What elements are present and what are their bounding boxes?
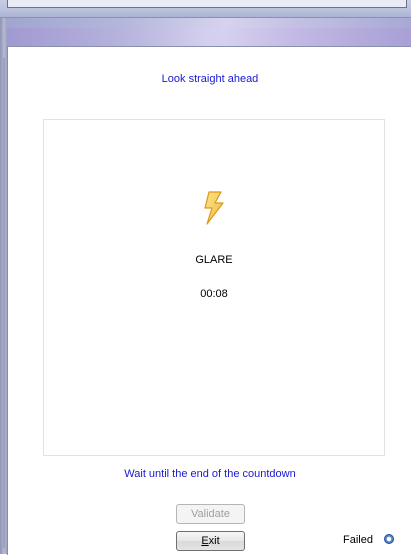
validate-button[interactable]: Validate	[176, 504, 245, 524]
countdown-timer: 00:08	[200, 288, 228, 300]
client-area: Look straight ahead GLARE 00:08 Wait unt…	[7, 46, 411, 555]
status-label: Failed	[343, 534, 373, 546]
window-left-border	[0, 18, 7, 554]
status-indicator	[384, 534, 394, 544]
exit-label-rest: xit	[208, 535, 220, 547]
background-window-frame	[7, 0, 407, 8]
test-mode-label: GLARE	[195, 254, 233, 266]
validate-button-label: Validate	[191, 508, 230, 520]
instruction-top: Look straight ahead	[161, 73, 259, 85]
exit-button[interactable]: Exit	[176, 531, 245, 551]
title-bar[interactable]	[0, 18, 411, 46]
exit-accelerator: E	[201, 535, 209, 547]
exit-button-label: Exit	[201, 535, 219, 547]
lightning-bolt-icon	[204, 191, 224, 225]
instruction-bottom: Wait until the end of the countdown	[124, 468, 296, 480]
app-window: Look straight ahead GLARE 00:08 Wait unt…	[0, 18, 411, 555]
background-window-strip	[0, 0, 411, 18]
test-panel: GLARE 00:08	[43, 119, 385, 456]
